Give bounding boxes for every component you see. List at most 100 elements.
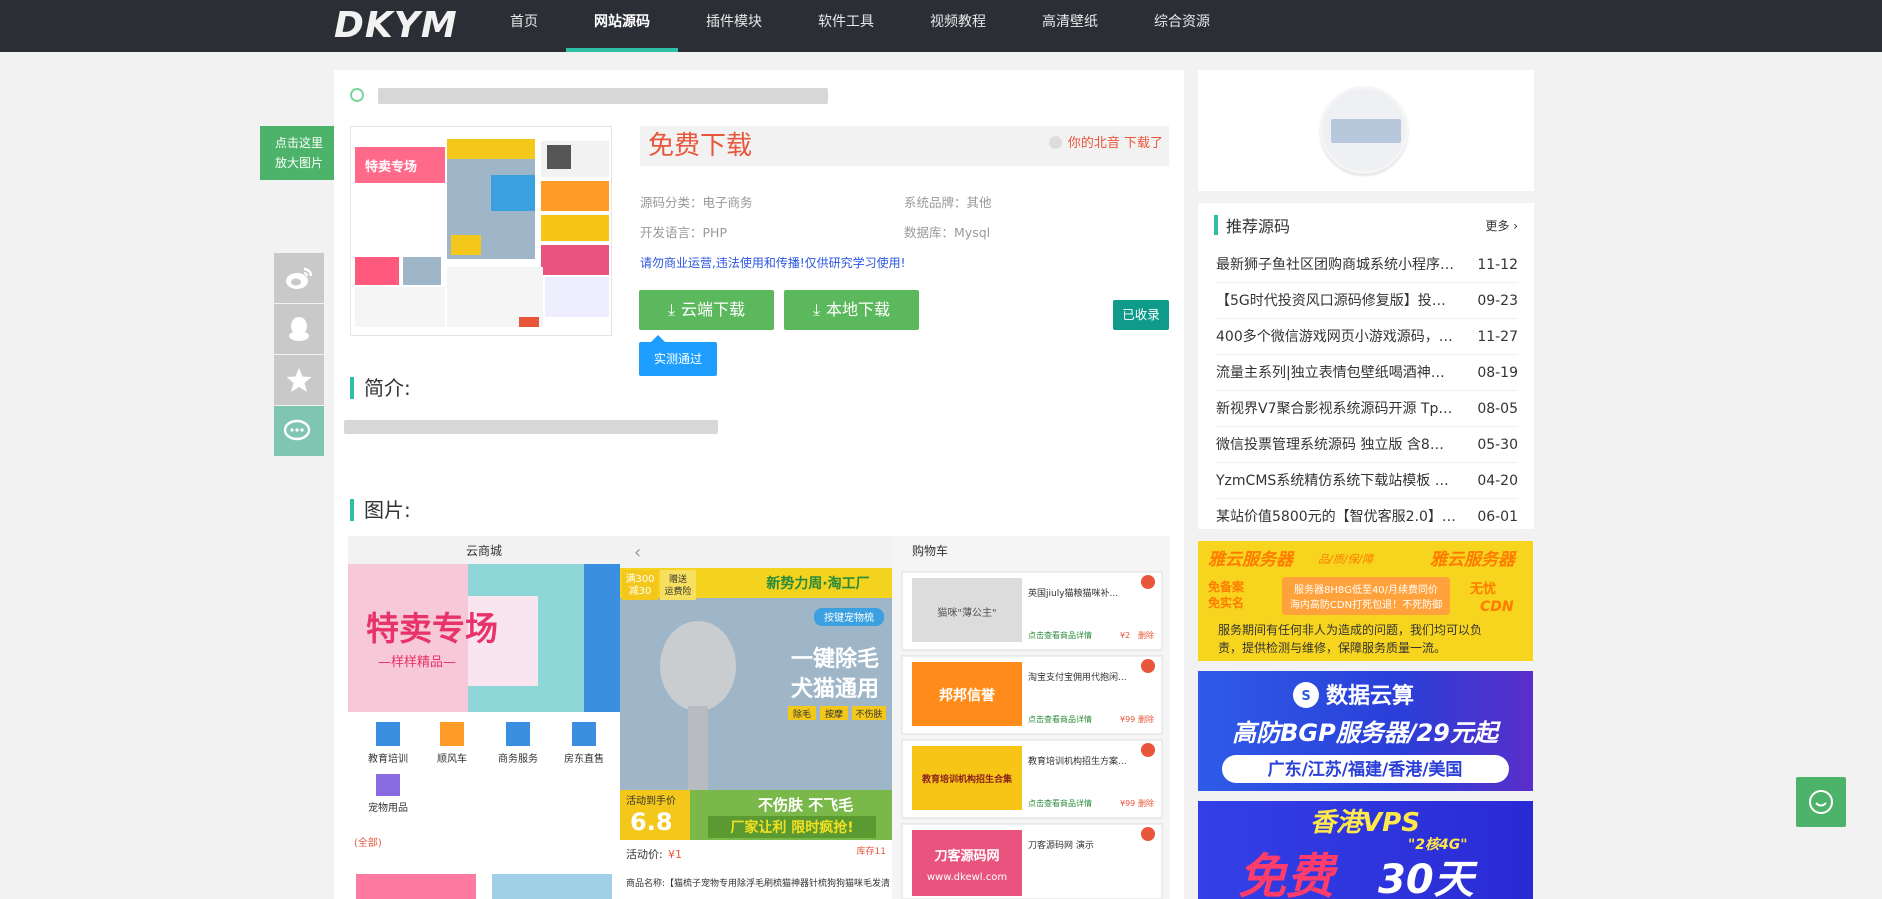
ad1-badge2: 免实名: [1208, 595, 1244, 610]
ad-yayun-image: 雅云服务器 品/质/保/障 雅云服务器 免备案 免实名 服务器8H8G低至40/…: [1208, 550, 1517, 655]
qq-icon: [289, 317, 309, 341]
svg-text:英国jiuly猫粮猫咪补...: 英国jiuly猫粮猫咪补...: [1028, 587, 1118, 599]
page-title: [350, 88, 828, 104]
author-card: [1198, 70, 1534, 191]
screenshot-col1-title: 云商城: [466, 543, 502, 558]
ad-data-cloud[interactable]: S 数据云算 高防BGP服务器/29元起 广东/江苏/福建/香港/美国: [1198, 671, 1533, 791]
nav-website-source[interactable]: 网站源码: [566, 0, 678, 52]
svg-text:¥2: ¥2: [1120, 631, 1130, 640]
ad1-desc: 服务期间有任何非人为造成的问题，我们均可以负责，提供检测与维修，保障服务质量一流…: [1218, 623, 1483, 655]
screenshot-col1-banner-sub: —样样精品—: [378, 655, 456, 670]
blurred-title: [378, 88, 828, 104]
cart-item-3: 教育培训机构招生合集 教育培训机构招生方案... 点击查看商品详情 ¥99 删除: [901, 739, 1163, 819]
avatar[interactable]: [1320, 86, 1408, 174]
product-screenshot[interactable]: 云商城 特卖专场 —样样精品— 教育培训 顺风车 商务服务 房东直售 宠物用品 …: [348, 536, 1170, 899]
ad1-promo2: 海内高防CDN打死包退！不死防御: [1290, 598, 1442, 611]
more-link[interactable]: 更多 ›: [1485, 217, 1518, 234]
recommended-title: 推荐源码: [1213, 213, 1290, 237]
list-item[interactable]: 最新狮子鱼社区团购商城系统小程序v1... 11-12: [1216, 247, 1518, 283]
ad2-regions: 广东/江苏/福建/香港/美国: [1268, 759, 1463, 780]
screenshot-col1-footer: (全部): [354, 836, 382, 849]
blurred-intro: [344, 420, 718, 434]
list-item[interactable]: 微信投票管理系统源码 独立版 含8种模版 05-30: [1216, 427, 1518, 463]
cart-item-1: 猫咪"薄公主" 英国jiuly猫粮猫咪补... 点击查看商品详情 ¥2 删除: [901, 571, 1163, 651]
screenshot-col2-tag: 按键宠物梳: [824, 611, 874, 624]
screenshot-image: 云商城 特卖专场 —样样精品— 教育培训 顺风车 商务服务 房东直售 宠物用品 …: [348, 536, 1170, 899]
nav-plugins[interactable]: 插件模块: [678, 0, 790, 52]
share-wechat-button[interactable]: [274, 406, 324, 456]
share-qzone-button[interactable]: [274, 355, 324, 405]
svg-text:¥99: ¥99: [1120, 715, 1135, 724]
ad-hk-vps[interactable]: 香港VPS "2核4G" 免费 30天: [1198, 801, 1533, 899]
tested-badge: 实测通过: [639, 335, 717, 376]
nav-software[interactable]: 软件工具: [790, 0, 902, 52]
list-item[interactable]: 流量主系列|独立表情包壁纸喝酒神器功... 08-19: [1216, 355, 1518, 391]
screenshot-col2-slogan2: 犬猫通用: [791, 677, 879, 702]
svg-text:删除: 删除: [1138, 630, 1154, 640]
svg-text:除毛: 除毛: [793, 708, 811, 720]
cloud-download-button[interactable]: ⤓ 云端下载: [639, 290, 774, 330]
site-logo[interactable]: DKYM: [334, 2, 464, 50]
list-item[interactable]: 400多个微信游戏网页小游戏源码，测... 11-27: [1216, 319, 1518, 355]
share-qq-button[interactable]: [274, 304, 324, 354]
screenshot-col2-stock: 库存11: [857, 845, 886, 857]
share-weibo-button[interactable]: [274, 253, 324, 303]
nav-resources[interactable]: 综合资源: [1126, 0, 1238, 52]
nav-wallpaper[interactable]: 高清壁纸: [1014, 0, 1126, 52]
nav-home[interactable]: 首页: [482, 0, 566, 52]
list-item[interactable]: 【5G时代投资风口源码修复版】投资区... 09-23: [1216, 283, 1518, 319]
screenshot-col2-act-price: ¥1: [668, 848, 682, 861]
meta-database: 数据库：Mysql: [904, 225, 991, 240]
online-chat-button[interactable]: [1796, 777, 1846, 827]
svg-text:点击查看商品详情: 点击查看商品详情: [1028, 798, 1092, 808]
svg-text:减30: 减30: [629, 585, 652, 597]
meta-language: 开发语言：PHP: [640, 225, 727, 240]
svg-text:删除: 删除: [1138, 798, 1154, 808]
screenshot-col2-line2: 厂家让利 限时疯抢!: [730, 819, 853, 836]
intro-heading: 简介:: [350, 376, 411, 400]
ad-hk-vps-image: 香港VPS "2核4G" 免费 30天: [1238, 808, 1479, 899]
recommended-list: 最新狮子鱼社区团购商城系统小程序v1... 11-12 【5G时代投资风口源码修复…: [1216, 247, 1518, 535]
screenshot-col1-banner: 特卖专场: [366, 609, 498, 648]
icon-label-rideshare: 顺风车: [437, 752, 467, 765]
svg-text:¥99: ¥99: [1120, 799, 1135, 808]
svg-text:按摩: 按摩: [825, 708, 843, 720]
svg-text:S: S: [1301, 689, 1310, 704]
screenshot-col2-price: 6.8: [630, 808, 673, 836]
screenshot-col2-act-label: 活动价:: [626, 848, 663, 861]
icon-label-education: 教育培训: [368, 752, 408, 765]
local-download-button[interactable]: ⤓ 本地下载: [784, 290, 919, 330]
ad1-tags: 品/质/保/障: [1318, 553, 1375, 566]
ad1-brand: 雅云服务器: [1208, 550, 1295, 570]
thumbnail-preview-image: 特卖专场: [351, 127, 611, 335]
ad-yayun-server[interactable]: 雅云服务器 品/质/保/障 雅云服务器 免备案 免实名 服务器8H8G低至40/…: [1198, 541, 1533, 661]
ad3-sub: "2核4G": [1408, 836, 1468, 853]
svg-text:www.dkewl.com: www.dkewl.com: [927, 872, 1007, 883]
list-item[interactable]: YzmCMS系统精仿系统下载站模板 精... 04-20: [1216, 463, 1518, 499]
ad1-badge1: 免备案: [1208, 579, 1245, 594]
cart-item-2: 邦邦信誉 淘宝支付宝佣用代抱闲... 点击查看商品详情 ¥99 删除: [901, 655, 1163, 735]
svg-text:特卖专场: 特卖专场: [365, 159, 417, 175]
icon-label-business: 商务服务: [498, 752, 538, 765]
svg-text:‹: ‹: [634, 542, 641, 563]
ad1-free: 无忧: [1469, 581, 1496, 597]
list-item[interactable]: 新视界V7聚合影视系统源码开源 Tp内... 08-05: [1216, 391, 1518, 427]
product-thumbnail[interactable]: 特卖专场: [350, 126, 612, 336]
ad-data-cloud-image: S 数据云算 高防BGP服务器/29元起 广东/江苏/福建/香港/美国: [1222, 682, 1509, 783]
loading-icon: [350, 88, 364, 102]
svg-text:不伤肤: 不伤肤: [855, 708, 882, 720]
main-content: 特卖专场 免费下载 你的北音 下载了 源码分类：电子商务 系统品牌：其他 开发语…: [334, 70, 1184, 899]
chevron-right-icon: ›: [1513, 219, 1518, 233]
svg-text:删除: 删除: [1138, 714, 1154, 724]
zoom-tip-line2: 放大图片: [274, 156, 323, 170]
zoom-image-tip[interactable]: 点击这里 放大图片: [260, 126, 346, 180]
screenshot-col2-top: 新势力周·淘工厂: [766, 575, 869, 592]
nav-video[interactable]: 视频教程: [902, 0, 1014, 52]
svg-text:教育培训机构招生合集: 教育培训机构招生合集: [921, 773, 1013, 785]
ad3-free: 免费: [1238, 849, 1339, 899]
ad1-promo1: 服务器8H8G低至40/月续费同价: [1294, 583, 1438, 596]
list-item[interactable]: 某站价值5800元的【智优客服2.0】|多... 06-01: [1216, 499, 1518, 535]
svg-text:运费险: 运费险: [664, 585, 691, 597]
main-nav: 首页 网站源码 插件模块 软件工具 视频教程 高清壁纸 综合资源: [482, 0, 1238, 52]
recent-downloader: 你的北音 下载了: [1048, 132, 1163, 151]
